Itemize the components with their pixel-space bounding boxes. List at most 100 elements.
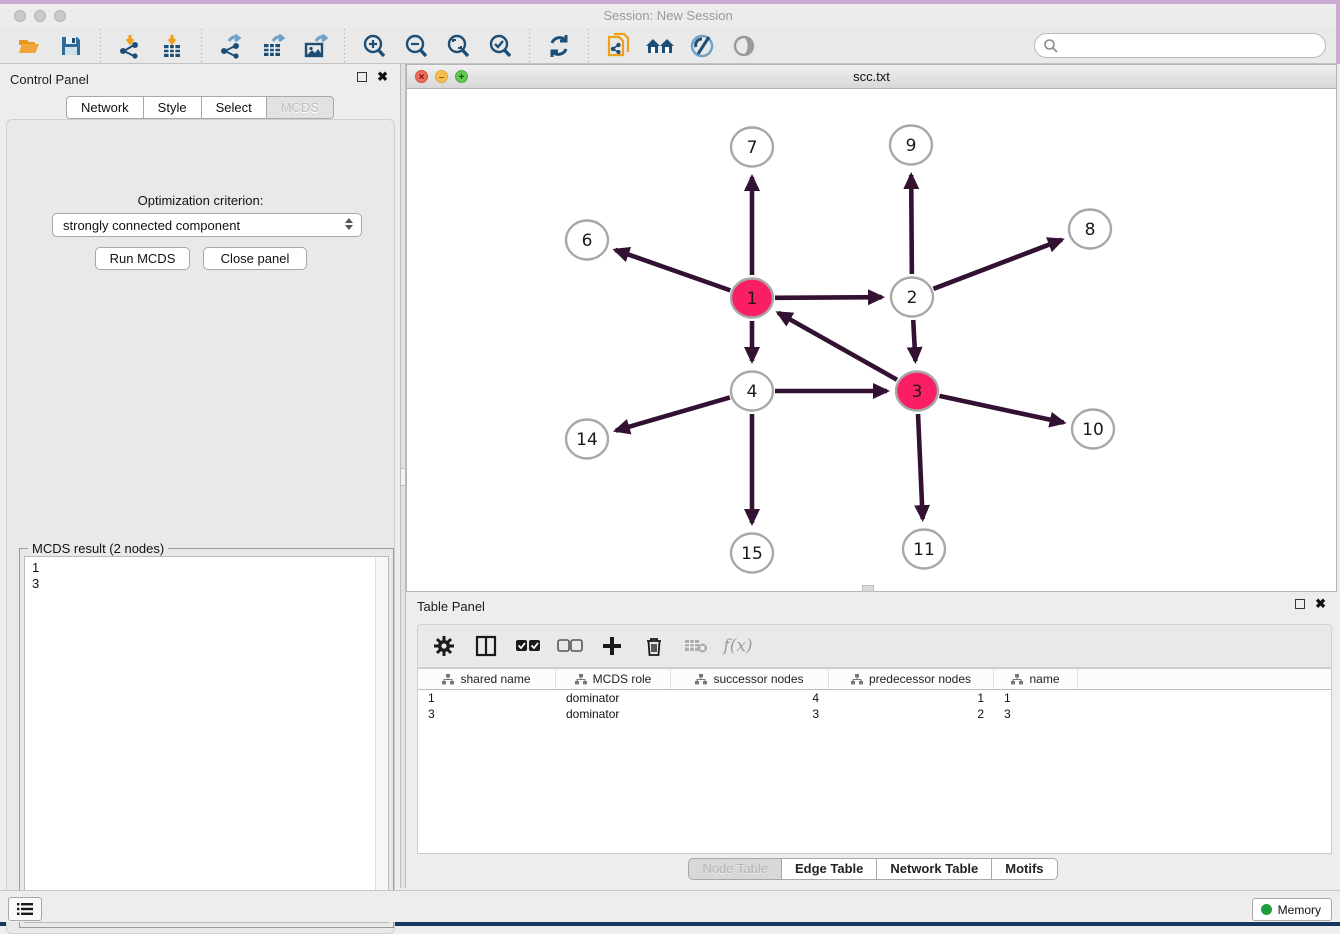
memory-label: Memory	[1278, 903, 1321, 917]
save-session-icon[interactable]	[56, 31, 86, 61]
optimization-criterion-select[interactable]: strongly connected component	[52, 213, 362, 237]
open-file-icon[interactable]	[14, 31, 44, 61]
column-header-shared-name[interactable]: shared name	[418, 669, 556, 689]
search-input[interactable]	[1034, 33, 1326, 58]
import-table-icon[interactable]	[157, 31, 187, 61]
node-15[interactable]: 15	[731, 534, 773, 573]
edge-1-6[interactable]	[615, 250, 730, 290]
close-table-panel-icon[interactable]: ✖	[1315, 598, 1326, 610]
zoom-window-icon[interactable]	[54, 10, 66, 22]
export-network-icon[interactable]	[216, 31, 246, 61]
column-header-name[interactable]: name	[994, 669, 1078, 689]
edge-4-14[interactable]	[616, 397, 730, 430]
cell-successor-nodes[interactable]: 4	[671, 690, 829, 706]
node-4[interactable]: 4	[731, 372, 773, 411]
cell-name[interactable]: 1	[994, 690, 1078, 706]
control-panel-tabs: NetworkStyleSelectMCDS	[0, 96, 400, 119]
network-graph[interactable]: 1 2 3 4 6 7 8 9 10 11 14 15	[407, 89, 1336, 591]
split-panel-icon[interactable]	[472, 632, 500, 660]
node-14[interactable]: 14	[566, 420, 608, 459]
cell-shared-name[interactable]: 1	[418, 690, 556, 706]
run-mcds-button[interactable]: Run MCDS	[95, 247, 190, 270]
node-table[interactable]: shared nameMCDS rolesuccessor nodesprede…	[417, 668, 1332, 854]
edge-2-8[interactable]	[933, 240, 1061, 289]
node-7[interactable]: 7	[731, 128, 773, 167]
table-row[interactable]: 3dominator323	[418, 706, 1331, 722]
delete-table-icon[interactable]	[682, 632, 710, 660]
tab-network-table[interactable]: Network Table	[877, 858, 992, 880]
task-history-button[interactable]	[8, 897, 42, 921]
refresh-layout-icon[interactable]	[544, 31, 574, 61]
svg-text:8: 8	[1085, 220, 1096, 240]
tab-style[interactable]: Style	[144, 96, 202, 119]
network-close-icon[interactable]: ×	[415, 70, 428, 83]
cell-shared-name[interactable]: 3	[418, 706, 556, 722]
tab-network[interactable]: Network	[66, 96, 144, 119]
delete-icon[interactable]	[640, 632, 668, 660]
gear-icon[interactable]	[430, 632, 458, 660]
cell-MCDS-role[interactable]: dominator	[556, 690, 671, 706]
column-header-successor-nodes[interactable]: successor nodes	[671, 669, 829, 689]
export-table-icon[interactable]	[258, 31, 288, 61]
node-6[interactable]: 6	[566, 221, 608, 260]
function-builder-icon[interactable]: f(x)	[724, 632, 752, 660]
network-window-titlebar[interactable]: × – + scc.txt	[407, 65, 1336, 89]
horizontal-splitter-handle[interactable]	[862, 585, 874, 592]
minimize-window-icon[interactable]	[34, 10, 46, 22]
main-toolbar	[0, 28, 1336, 64]
cell-predecessor-nodes[interactable]: 2	[829, 706, 994, 722]
desktop-edge-right	[1336, 0, 1340, 64]
node-1[interactable]: 1	[731, 279, 773, 318]
edge-2-3[interactable]	[913, 320, 915, 361]
column-header-predecessor-nodes[interactable]: predecessor nodes	[829, 669, 994, 689]
node-9[interactable]: 9	[890, 126, 932, 165]
tab-edge-table[interactable]: Edge Table	[782, 858, 877, 880]
network-minimize-icon[interactable]: –	[435, 70, 448, 83]
network-canvas[interactable]: 1 2 3 4 6 7 8 9 10 11 14 15	[407, 89, 1336, 591]
cell-name[interactable]: 3	[994, 706, 1078, 722]
tab-node-table[interactable]: Node Table	[688, 858, 782, 880]
float-panel-icon[interactable]	[357, 72, 367, 82]
control-panel-title: Control Panel	[10, 72, 89, 87]
column-header-MCDS-role[interactable]: MCDS role	[556, 669, 671, 689]
close-window-icon[interactable]	[14, 10, 26, 22]
tab-motifs[interactable]: Motifs	[992, 858, 1057, 880]
zoom-fit-icon[interactable]	[443, 31, 473, 61]
edge-1-2[interactable]	[775, 297, 882, 298]
node-11[interactable]: 11	[903, 530, 945, 569]
zoom-selected-icon[interactable]	[485, 31, 515, 61]
network-view-window: × – + scc.txt 1 2 3 4 6 7 8 9 10 11 14 15	[406, 64, 1337, 592]
deselect-all-icon[interactable]	[556, 632, 584, 660]
mcds-result-text[interactable]: 13	[24, 556, 389, 923]
node-3[interactable]: 3	[896, 372, 938, 411]
first-neighbors-icon[interactable]	[645, 31, 675, 61]
node-8[interactable]: 8	[1069, 210, 1111, 249]
edge-3-11[interactable]	[918, 414, 923, 519]
network-zoom-icon[interactable]: +	[455, 70, 468, 83]
style-icon[interactable]	[687, 31, 717, 61]
network-clipboard-icon[interactable]	[603, 31, 633, 61]
select-all-icon[interactable]	[514, 632, 542, 660]
table-row[interactable]: 1dominator411	[418, 690, 1331, 706]
tab-select[interactable]: Select	[202, 96, 267, 119]
edge-3-1[interactable]	[778, 313, 897, 380]
memory-button[interactable]: Memory	[1252, 898, 1332, 921]
result-scrollbar[interactable]	[375, 557, 388, 922]
close-panel-icon[interactable]: ✖	[377, 71, 388, 83]
node-2[interactable]: 2	[891, 278, 933, 317]
edge-2-9[interactable]	[911, 175, 912, 274]
tab-mcds[interactable]: MCDS	[267, 96, 334, 119]
zoom-in-icon[interactable]	[359, 31, 389, 61]
node-10[interactable]: 10	[1072, 410, 1114, 449]
cell-predecessor-nodes[interactable]: 1	[829, 690, 994, 706]
import-network-icon[interactable]	[115, 31, 145, 61]
cell-successor-nodes[interactable]: 3	[671, 706, 829, 722]
edge-3-10[interactable]	[939, 396, 1063, 423]
add-column-icon[interactable]	[598, 632, 626, 660]
float-table-panel-icon[interactable]	[1295, 599, 1305, 609]
export-image-icon[interactable]	[300, 31, 330, 61]
close-panel-button[interactable]: Close panel	[203, 247, 307, 270]
hide-selected-icon[interactable]	[729, 31, 759, 61]
cell-MCDS-role[interactable]: dominator	[556, 706, 671, 722]
zoom-out-icon[interactable]	[401, 31, 431, 61]
